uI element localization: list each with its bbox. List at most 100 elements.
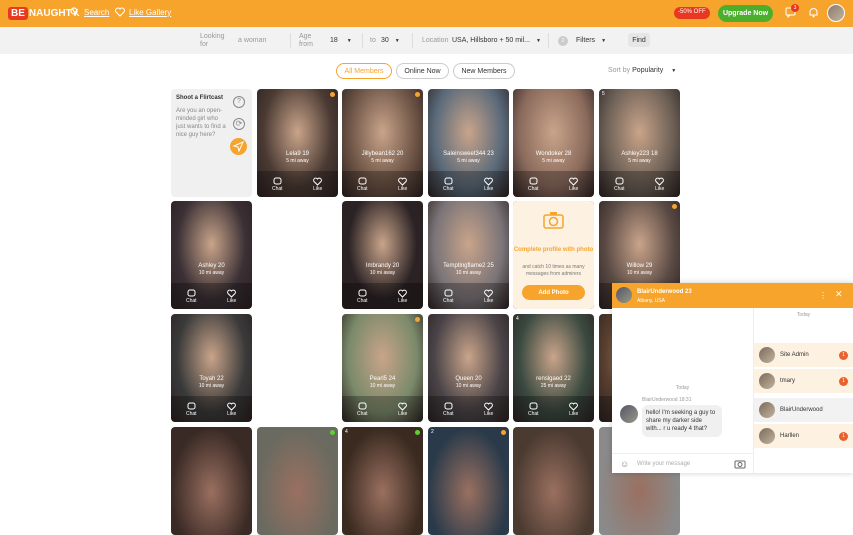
chat-button[interactable]: Chat bbox=[513, 396, 554, 422]
like-button[interactable]: Like bbox=[383, 283, 424, 309]
member-card[interactable]: Ashley 20 10 mi away Chat Like bbox=[171, 201, 252, 309]
like-button[interactable]: Like bbox=[383, 171, 424, 197]
search-icon bbox=[70, 7, 80, 17]
conversation-item[interactable]: BlairUnderwood bbox=[754, 398, 853, 422]
chat-button[interactable]: Chat bbox=[342, 283, 383, 309]
chat-button[interactable]: Chat bbox=[342, 396, 383, 422]
online-indicator bbox=[415, 317, 420, 322]
member-card[interactable]: Saleinsweet344 23 5 mi away Chat Like bbox=[428, 89, 509, 197]
search-link[interactable]: Search bbox=[70, 7, 109, 17]
chat-icon bbox=[444, 402, 453, 409]
like-button[interactable]: Like bbox=[212, 396, 253, 422]
member-card[interactable]: Lela9 19 5 mi away Chat Like bbox=[257, 89, 338, 197]
chat-icon bbox=[187, 402, 196, 409]
chat-window: BlairUnderwood 23 Albany, USA ⋮ ✕ Today … bbox=[612, 283, 853, 473]
conversation-list: Today Site Admin 1 tmary 1 BlairUnderwood Har… bbox=[754, 308, 853, 473]
member-card[interactable] bbox=[513, 427, 594, 535]
member-card[interactable]: Pearl5 24 10 mi away Chat Like bbox=[342, 314, 423, 422]
avatar bbox=[620, 405, 638, 423]
chat-user-name[interactable]: BlairUnderwood 23 bbox=[637, 289, 692, 295]
chat-button[interactable]: Chat bbox=[599, 171, 640, 197]
chat-button[interactable]: Chat bbox=[428, 171, 469, 197]
heart-icon bbox=[115, 7, 125, 17]
like-button[interactable]: Like bbox=[554, 396, 595, 422]
tab-new-members[interactable]: New Members bbox=[453, 63, 515, 79]
chat-button[interactable]: Chat bbox=[428, 283, 469, 309]
conversation-item[interactable]: Site Admin 1 bbox=[754, 343, 853, 367]
location-select[interactable]: USA, Hillsboro + 50 mil... ▼ bbox=[452, 27, 541, 54]
member-name: Jillybean162 20 bbox=[361, 151, 404, 157]
member-card[interactable]: Toyah 22 10 mi away Chat Like bbox=[171, 314, 252, 422]
like-gallery-link[interactable]: Like Gallery bbox=[115, 7, 171, 17]
avatar bbox=[759, 373, 775, 389]
like-button[interactable]: Like bbox=[469, 283, 510, 309]
chat-button[interactable]: Chat bbox=[257, 171, 298, 197]
flirtcast-card: Shoot a Flirtcast Are you an open-minded… bbox=[171, 89, 252, 197]
user-avatar[interactable] bbox=[827, 4, 845, 22]
conversation-item[interactable]: Harllen 1 bbox=[754, 424, 853, 448]
like-button[interactable]: Like bbox=[554, 171, 595, 197]
like-button[interactable]: Like bbox=[469, 171, 510, 197]
age-to-select[interactable]: 30 ▼ bbox=[381, 27, 400, 54]
help-icon[interactable]: ? bbox=[233, 96, 245, 108]
photo-count-badge: 4 bbox=[516, 316, 519, 322]
like-button[interactable]: Like bbox=[383, 396, 424, 422]
add-photo-button[interactable]: Add Photo bbox=[522, 285, 585, 300]
member-card[interactable]: Jillybean162 20 5 mi away Chat Like bbox=[342, 89, 423, 197]
complete-profile-card: Complete profile with photo and catch 10… bbox=[513, 201, 594, 309]
bell-icon[interactable] bbox=[808, 7, 819, 18]
member-card[interactable]: Temptingflame2 25 10 mi away Chat Like bbox=[428, 201, 509, 309]
member-card[interactable]: Queen 20 10 mi away Chat Like bbox=[428, 314, 509, 422]
chat-button[interactable]: Chat bbox=[171, 396, 212, 422]
send-button[interactable] bbox=[230, 138, 247, 155]
age-from-select[interactable]: 18 ▼ bbox=[330, 27, 352, 54]
chat-button[interactable]: Chat bbox=[171, 283, 212, 309]
chat-button[interactable]: Chat bbox=[342, 171, 383, 197]
like-button[interactable]: Like bbox=[212, 283, 253, 309]
avatar[interactable] bbox=[616, 287, 632, 303]
camera-icon[interactable] bbox=[734, 459, 746, 469]
close-icon[interactable]: ✕ bbox=[835, 289, 843, 300]
member-card[interactable]: Wondoker 28 5 mi away Chat Like bbox=[513, 89, 594, 197]
chat-icon bbox=[615, 177, 624, 184]
heart-icon bbox=[227, 289, 237, 298]
emoji-icon[interactable]: ☺ bbox=[620, 459, 629, 469]
member-card[interactable]: renslgaed 22 25 mi away Chat Like 4 bbox=[513, 314, 594, 422]
logo[interactable]: BE NAUGHTY bbox=[8, 5, 78, 21]
member-card[interactable] bbox=[257, 427, 338, 535]
looking-for-field[interactable]: a woman bbox=[238, 27, 266, 54]
heart-icon bbox=[398, 289, 408, 298]
refresh-icon[interactable]: ⟳ bbox=[233, 118, 245, 130]
avatar bbox=[759, 428, 775, 444]
flirtcast-title: Shoot a Flirtcast bbox=[176, 95, 224, 101]
age-from-label: Age from bbox=[299, 32, 313, 48]
top-bar: BE NAUGHTY Search Like Gallery -50% OFF U… bbox=[0, 0, 853, 27]
member-card[interactable]: Ashley223 18 5 mi away Chat Like 5 bbox=[599, 89, 680, 197]
filters-button[interactable]: 2 Filters ▼ bbox=[558, 27, 606, 54]
member-card[interactable]: Imbrandy 20 10 mi away Chat Like bbox=[342, 201, 423, 309]
promo-subtitle: and catch 10 times as many messages from… bbox=[522, 264, 585, 277]
find-button[interactable]: Find bbox=[628, 33, 650, 47]
filter-bar: Looking for a woman Age from 18 ▼ to 30 ▼ … bbox=[0, 27, 853, 54]
sort-dropdown[interactable]: Sort by Popularity ▼ bbox=[608, 67, 676, 74]
member-distance: 5 mi away bbox=[542, 158, 565, 164]
tab-online-now[interactable]: Online Now bbox=[396, 63, 449, 79]
like-button[interactable]: Like bbox=[640, 171, 681, 197]
chat-button[interactable]: Chat bbox=[428, 396, 469, 422]
member-card[interactable]: 4 bbox=[342, 427, 423, 535]
member-distance: 5 mi away bbox=[286, 158, 309, 164]
member-distance: 5 mi away bbox=[371, 158, 394, 164]
like-button[interactable]: Like bbox=[469, 396, 510, 422]
like-button[interactable]: Like bbox=[298, 171, 339, 197]
member-card[interactable]: 2 bbox=[428, 427, 509, 535]
discount-badge[interactable]: -50% OFF bbox=[674, 7, 710, 19]
tab-all-members[interactable]: All Members bbox=[336, 63, 392, 79]
more-options-icon[interactable]: ⋮ bbox=[819, 291, 827, 300]
chat-button[interactable]: Chat bbox=[513, 171, 554, 197]
member-card[interactable] bbox=[171, 427, 252, 535]
message-input[interactable]: ☺ Write your message bbox=[612, 453, 754, 473]
upgrade-button[interactable]: Upgrade Now bbox=[718, 5, 773, 22]
day-separator: Today bbox=[675, 385, 690, 391]
divider bbox=[412, 33, 413, 48]
conversation-item[interactable]: tmary 1 bbox=[754, 369, 853, 393]
